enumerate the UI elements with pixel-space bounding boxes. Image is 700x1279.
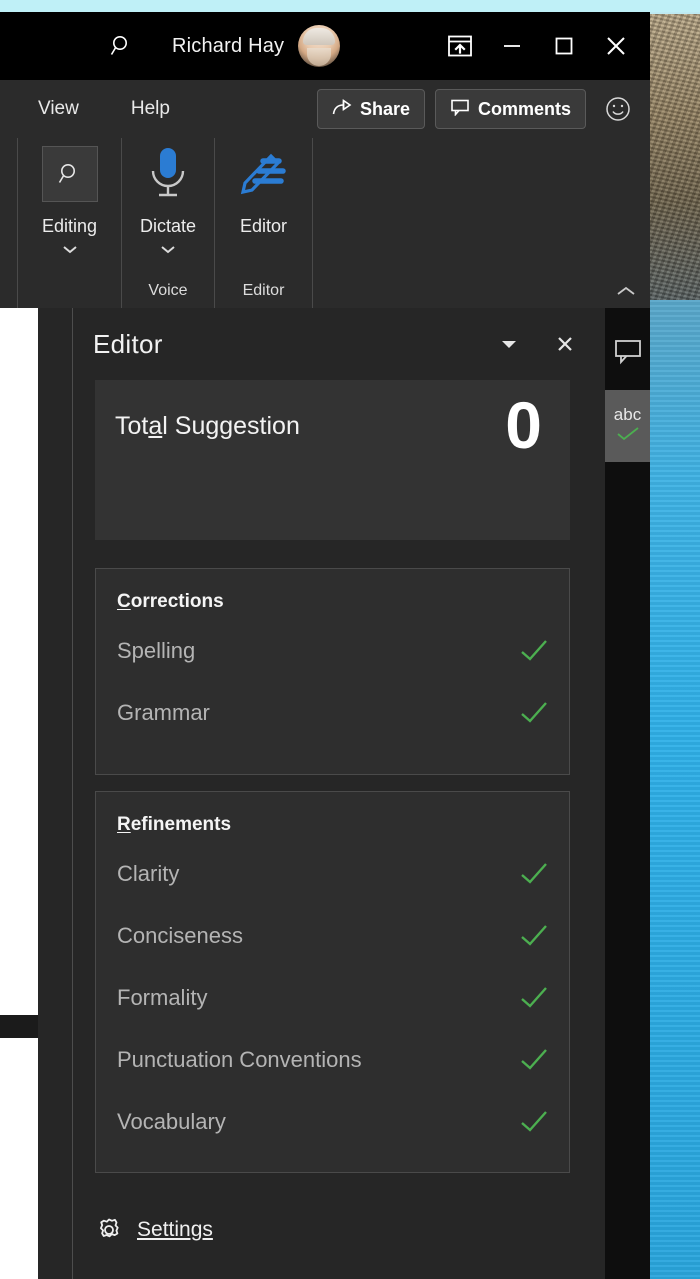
microphone-icon [142,146,194,209]
maximize-icon[interactable] [538,21,590,71]
comments-label: Comments [477,98,571,119]
tab-help[interactable]: Help [121,94,180,124]
ribbon-groups: Editing Dictate Voice Editor Editor [0,138,650,308]
editor-button[interactable] [215,146,312,209]
dictate-button[interactable] [122,146,214,209]
share-icon [332,98,352,121]
ribbon-tab-strip: View Help Share Comments [0,80,650,138]
clarity-label: Clarity [117,861,180,886]
editing-label: Editing [41,216,98,236]
punctuation-conventions-label: Punctuation Conventions [117,1047,362,1072]
word-window: Richard Hay View Help Share Comments Edi… [0,0,700,1279]
editing-button[interactable] [18,146,121,202]
chevron-down-icon[interactable] [488,323,530,365]
ribbon-group-editor: Editor Editor [215,138,313,308]
chevron-up-icon[interactable] [614,280,638,302]
refinements-title-accel: R [117,814,131,835]
refinements-section: Refinements Clarity Conciseness Formalit… [95,791,570,1173]
list-item[interactable]: Grammar [117,693,551,733]
right-rail: abc [605,308,650,1279]
smiley-face-icon[interactable] [596,87,640,131]
spelling-label: Spelling [117,638,196,663]
list-item[interactable]: Formality [117,978,551,1018]
editor-pane-header: Editor [73,308,606,380]
list-item[interactable]: Vocabulary [117,1102,551,1142]
wallpaper-water [650,300,700,1279]
comment-bubble-icon [450,98,470,121]
ribbon-group-voice: Dictate Voice [122,138,215,308]
voice-group-name: Voice [148,282,188,299]
window-top-accent [0,0,700,12]
green-check-icon [517,698,551,728]
spell-check-icon [615,426,641,447]
minimize-icon[interactable] [486,21,538,71]
list-item[interactable]: Clarity [117,854,551,894]
editor-label: Editor [239,216,288,236]
ribbon-display-options-icon[interactable] [434,21,486,71]
search-icon[interactable] [100,24,144,68]
corrections-title: Corrections [117,591,224,613]
green-check-icon [517,636,551,666]
green-check-icon [517,1045,551,1075]
ribbon-group-editing: Editing [18,138,122,308]
page-title: Editor [93,328,163,359]
comments-button[interactable]: Comments [434,89,586,129]
refinements-title-rest: efinements [130,814,232,835]
total-suggestion-value: 0 [505,388,542,462]
editing-chevron-down-icon[interactable] [18,242,121,257]
document-page-gap [0,1015,38,1038]
rail-comments-button[interactable] [605,318,650,390]
gear-icon [95,1216,123,1244]
list-item[interactable]: Spelling [117,631,551,671]
settings-label-accel: S [137,1218,152,1241]
account-name[interactable]: Richard Hay [172,35,284,58]
total-label-prefix: Tot [115,412,149,440]
desktop-wallpaper [650,0,700,1279]
editor-group-name: Editor [242,282,285,299]
green-check-icon [517,983,551,1013]
document-page-1[interactable] [0,308,38,1015]
conciseness-label: Conciseness [117,923,243,948]
ribbon: View Help Share Comments Editing Dictate… [0,80,650,308]
tab-view[interactable]: View [28,94,89,124]
total-label-suffix: l Suggestion [162,412,300,440]
total-suggestion-label: Total Suggestion [115,412,300,441]
dictate-label: Dictate [139,216,197,236]
total-label-accel: a [148,412,163,440]
ribbon-group-partial [0,138,18,308]
green-check-icon [517,859,551,889]
magnifier-icon [41,146,98,202]
green-check-icon [517,1107,551,1137]
avatar[interactable] [298,25,341,67]
share-button[interactable]: Share [316,89,425,129]
editor-pane: Editor Total Suggestion 0 Corrections Sp… [72,308,605,1279]
formality-label: Formality [117,985,208,1010]
corrections-title-rest: orrections [130,591,224,612]
grammar-label: Grammar [117,700,210,725]
comment-bubble-icon [613,337,643,372]
close-icon[interactable] [590,21,642,71]
document-gutter [38,308,72,1279]
corrections-section: Corrections Spelling Grammar [95,568,570,775]
list-item[interactable]: Punctuation Conventions [117,1040,551,1080]
share-label: Share [359,98,410,119]
corrections-title-accel: C [117,591,131,612]
list-item[interactable]: Conciseness [117,916,551,956]
total-suggestion-card: Total Suggestion 0 [95,380,570,540]
rail-spelling-button[interactable]: abc [605,390,650,462]
settings-label-rest: ettings [151,1218,213,1241]
settings-button[interactable]: Settings [95,1208,213,1252]
wallpaper-terrain [650,14,700,304]
title-bar: Richard Hay [0,12,650,80]
settings-label: Settings [137,1218,213,1242]
editor-pen-icon [235,146,293,209]
document-page-2[interactable] [0,1038,38,1279]
vocabulary-label: Vocabulary [117,1109,226,1134]
rail-abc-label: abc [613,404,642,424]
refinements-title: Refinements [117,814,231,836]
close-icon[interactable] [544,323,586,365]
green-check-icon [517,921,551,951]
dictate-chevron-down-icon[interactable] [122,242,214,257]
